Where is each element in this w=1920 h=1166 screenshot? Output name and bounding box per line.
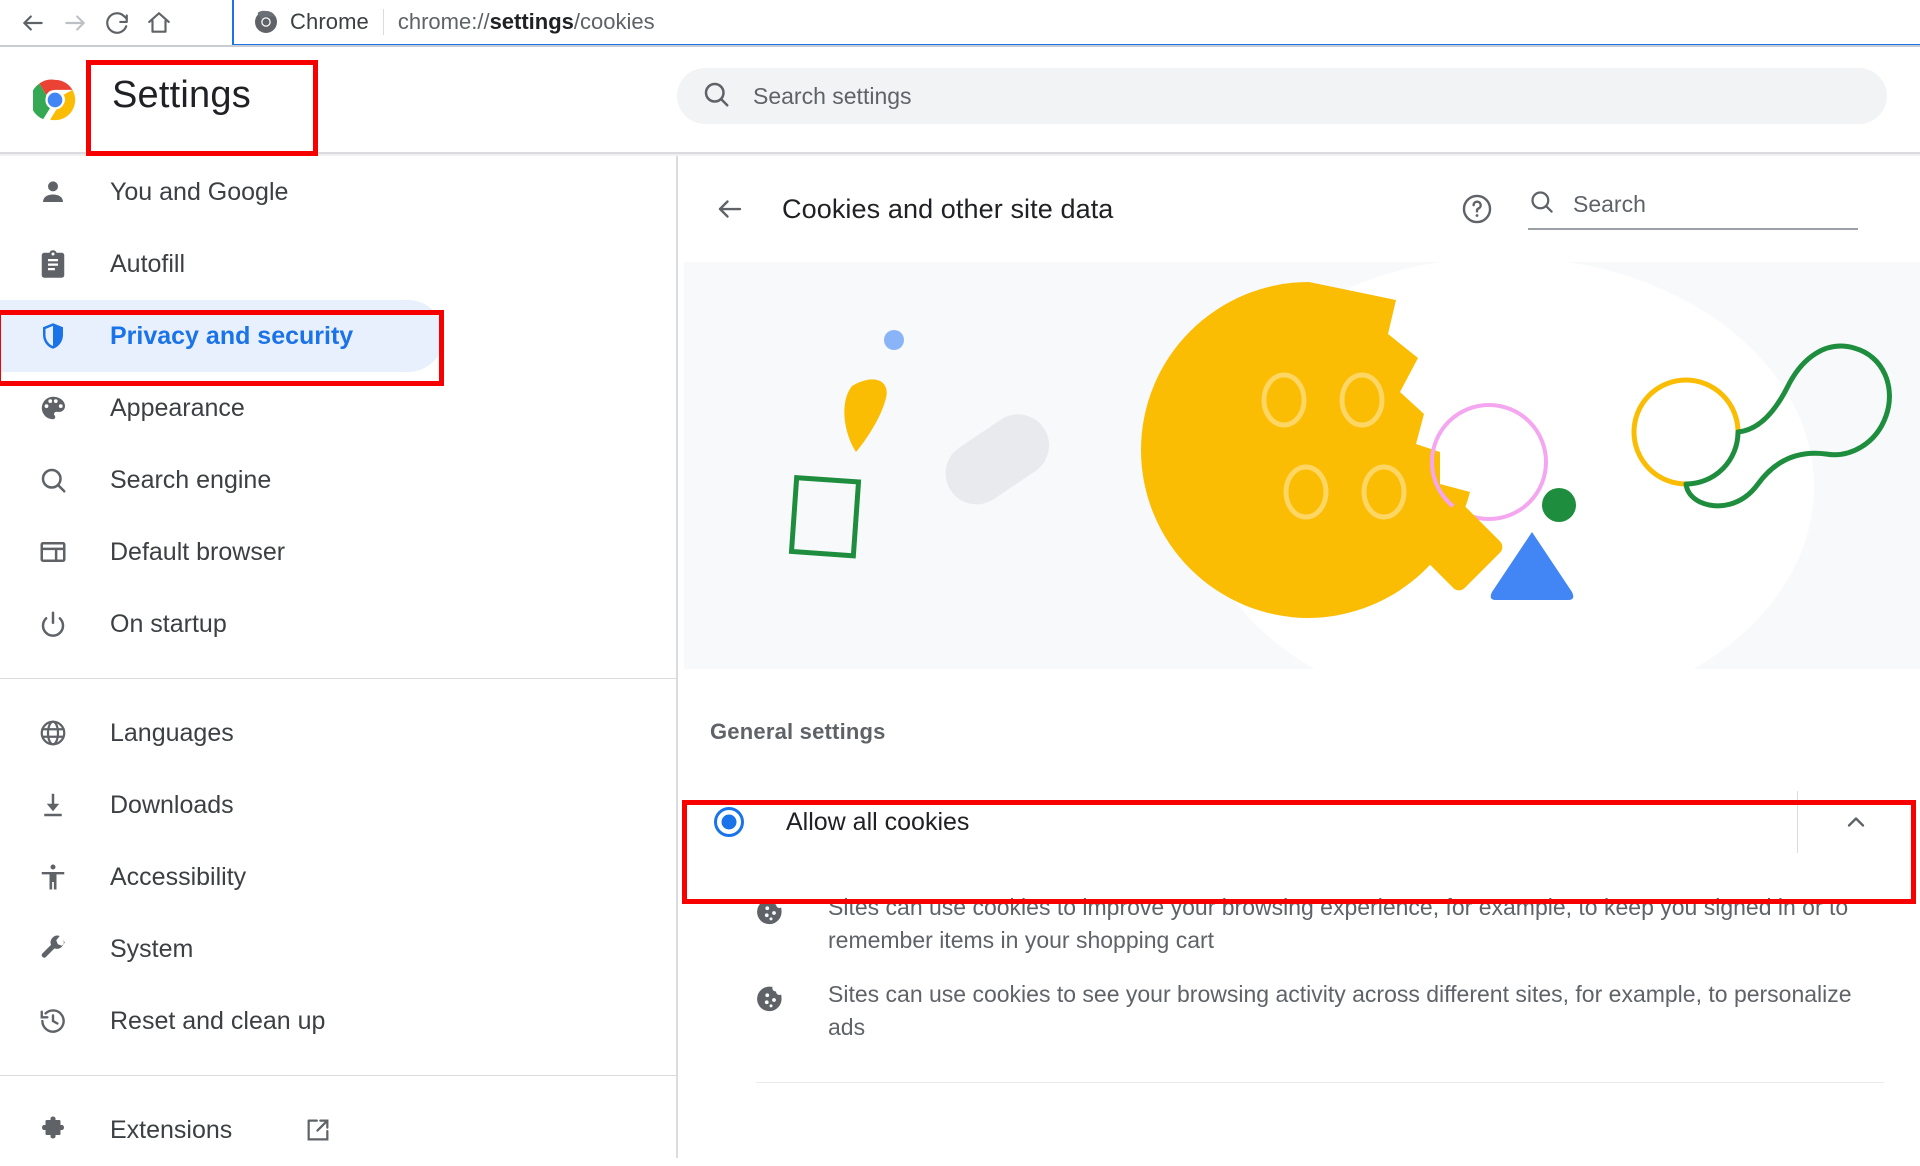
person-icon: [36, 175, 70, 209]
browser-reload-button[interactable]: [96, 2, 138, 44]
browser-icon: [36, 535, 70, 569]
omnibox-url-prefix: chrome://: [397, 9, 490, 34]
sidebar-item-downloads[interactable]: Downloads: [0, 769, 676, 841]
address-bar[interactable]: Chrome chrome://settings/cookies: [232, 0, 1920, 46]
content-search-placeholder: Search: [1573, 190, 1646, 217]
sidebar-item-appearance[interactable]: Appearance: [0, 372, 676, 444]
cookie-description-row: Sites can use cookies to see your browsi…: [678, 978, 1920, 1043]
cookie-icon: [756, 984, 790, 1019]
sidebar-item-search-engine[interactable]: Search engine: [0, 444, 676, 516]
row-separator: [1797, 791, 1798, 853]
open-in-new-icon[interactable]: [304, 1116, 332, 1144]
search-settings-input[interactable]: Search settings: [677, 68, 1887, 124]
browser-home-button[interactable]: [138, 2, 180, 44]
history-icon: [36, 1004, 70, 1038]
globe-icon: [36, 716, 70, 750]
search-icon: [36, 463, 70, 497]
power-icon: [36, 607, 70, 641]
sidebar-item-label: Reset and clean up: [110, 1006, 326, 1035]
browser-back-button[interactable]: [12, 2, 54, 44]
content-search-input[interactable]: Search: [1528, 188, 1858, 230]
sidebar-item-label: Accessibility: [110, 862, 247, 891]
sidebar-item-privacy-and-security[interactable]: Privacy and security: [0, 300, 444, 372]
sidebar-item-extensions[interactable]: Extensions: [0, 1094, 676, 1166]
allow-all-cookies-radio[interactable]: [714, 807, 744, 837]
sidebar-divider: [0, 678, 676, 679]
cookie-description-text: Sites can use cookies to improve your br…: [828, 894, 1849, 953]
omnibox-url-bold: settings: [489, 9, 574, 34]
help-circle-icon[interactable]: [1460, 192, 1494, 226]
palette-icon: [36, 391, 70, 425]
sidebar-item-label: Privacy and security: [110, 321, 354, 350]
accessibility-icon: [36, 860, 70, 894]
sidebar-item-label: Appearance: [110, 393, 245, 422]
sidebar-item-label: System: [110, 934, 194, 963]
shield-icon: [36, 319, 70, 353]
sidebar-item-label: Languages: [110, 718, 234, 747]
content-header: Cookies and other site data Search: [678, 156, 1920, 262]
sidebar-item-on-startup[interactable]: On startup: [0, 588, 676, 660]
omnibox-divider: [382, 9, 384, 35]
clipboard-icon: [36, 247, 70, 281]
cookie-icon: [756, 897, 790, 932]
chrome-logo-icon: [30, 78, 77, 122]
sidebar-divider: [0, 1075, 676, 1076]
back-button[interactable]: [706, 185, 754, 233]
sidebar-item-label: Search engine: [110, 465, 272, 494]
content-title: Cookies and other site data: [782, 193, 1114, 224]
sidebar-item-label: You and Google: [110, 177, 289, 206]
search-icon: [1528, 188, 1555, 220]
sidebar-item-reset-and-clean-up[interactable]: Reset and clean up: [0, 985, 676, 1057]
sidebar-item-label: Autofill: [110, 249, 186, 278]
omnibox-url-suffix: /cookies: [573, 9, 655, 34]
search-icon: [701, 79, 731, 114]
general-settings-label: General settings: [710, 719, 886, 744]
settings-sidebar: You and Google Autofill Privacy and secu…: [0, 156, 676, 1158]
sidebar-item-autofill[interactable]: Autofill: [0, 228, 676, 300]
sidebar-item-label: On startup: [110, 609, 227, 638]
cookie-description-text: Sites can use cookies to see your browsi…: [828, 981, 1852, 1040]
search-settings-placeholder: Search settings: [753, 82, 912, 109]
omnibox-scheme-label: Chrome: [290, 9, 369, 34]
download-icon: [36, 788, 70, 822]
browser-forward-button[interactable]: [54, 2, 96, 44]
sidebar-item-languages[interactable]: Languages: [0, 697, 676, 769]
cookie-description-row: Sites can use cookies to improve your br…: [678, 891, 1920, 956]
omnibox-url[interactable]: chrome://settings/cookies: [398, 9, 655, 35]
allow-all-cookies-row[interactable]: Allow all cookies: [678, 775, 1920, 869]
cookie-illustration: [684, 262, 1920, 669]
chrome-logo-icon: [254, 10, 278, 34]
sidebar-item-system[interactable]: System: [0, 913, 676, 985]
puzzle-icon: [36, 1113, 70, 1147]
sidebar-item-label: Default browser: [110, 537, 286, 566]
chevron-up-icon[interactable]: [1832, 798, 1880, 846]
sidebar-item-label: Downloads: [110, 790, 234, 819]
settings-content: Cookies and other site data Search Gener…: [678, 156, 1920, 1158]
sidebar-item-label: Extensions: [110, 1115, 233, 1144]
section-divider: [756, 1081, 1884, 1083]
sidebar-item-default-browser[interactable]: Default browser: [0, 516, 676, 588]
sidebar-item-accessibility[interactable]: Accessibility: [0, 841, 676, 913]
sidebar-item-you-and-google[interactable]: You and Google: [0, 156, 676, 228]
allow-all-cookies-label: Allow all cookies: [786, 807, 970, 836]
wrench-icon: [36, 932, 70, 966]
content-header-actions: Search: [1460, 156, 1858, 262]
page-title: Settings: [112, 74, 251, 116]
